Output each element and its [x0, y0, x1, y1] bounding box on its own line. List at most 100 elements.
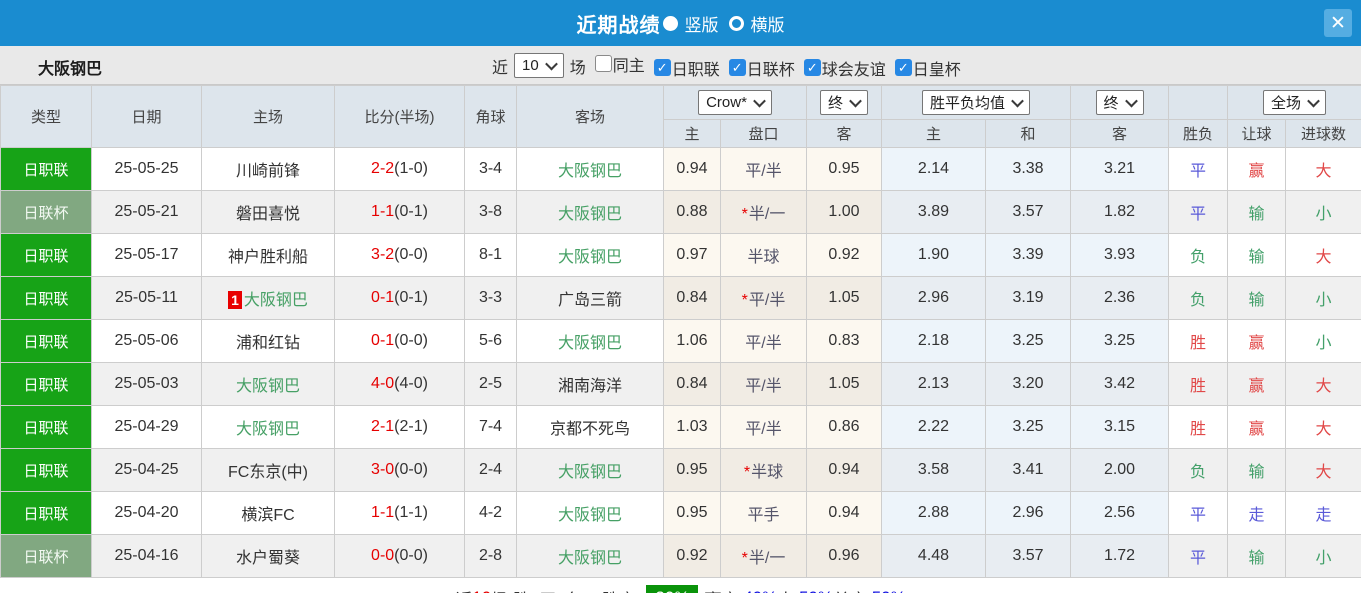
- recent-count-select[interactable]: 10: [514, 53, 564, 78]
- result-goals-cell: 小: [1285, 190, 1361, 234]
- avg-draw-cell: 3.57: [984, 534, 1072, 578]
- filter-checkbox-日联杯[interactable]: ✓ 日联杯: [728, 56, 795, 80]
- avg-home-cell: 2.18: [881, 319, 986, 363]
- team-name: 大阪钢巴: [38, 61, 103, 78]
- avg-away-cell: 2.36: [1070, 276, 1170, 320]
- avg-home-cell: 2.14: [881, 147, 986, 191]
- away-team-cell: 大阪钢巴: [516, 448, 664, 492]
- odds-away-cell: 1.00: [806, 190, 882, 234]
- corner-cell: 3-4: [464, 147, 517, 191]
- summary-text: 10: [472, 588, 491, 593]
- result-wdl-cell: 平: [1168, 534, 1229, 578]
- corner-cell: 5-6: [464, 319, 517, 363]
- view-option-horizontal[interactable]: 横版: [728, 11, 785, 36]
- avg-draw-cell: 3.20: [984, 362, 1072, 406]
- odds-away-cell: 0.94: [806, 491, 882, 535]
- odds-handicap-cell: 平/半: [720, 405, 807, 449]
- avg-home-cell: 2.96: [881, 276, 986, 320]
- away-team-name: 大阪钢巴: [557, 249, 622, 266]
- summary-text: 50%: [799, 588, 833, 593]
- league-badge: 日联杯: [0, 190, 92, 234]
- half-score: (0-0): [394, 461, 428, 478]
- filter-checkbox-日职联[interactable]: ✓ 日职联: [653, 56, 720, 80]
- home-team-cell: 大阪钢巴: [201, 405, 335, 449]
- score-cell: 0-1(0-0): [334, 319, 465, 363]
- match-date: 25-05-03: [91, 362, 202, 406]
- avg-away-cell: 3.21: [1070, 147, 1170, 191]
- handicap-line: 平/半: [745, 163, 782, 180]
- scope-select-value: 全场: [1271, 95, 1302, 112]
- odds-home-cell: 0.84: [663, 362, 721, 406]
- summary-text: 50%: [872, 588, 906, 593]
- avg-draw-cell: 3.39: [984, 233, 1072, 277]
- close-icon: ✕: [1330, 12, 1346, 34]
- result-wdl-cell: 负: [1168, 233, 1229, 277]
- summary-text: 40%: [743, 588, 777, 593]
- col-header-score: 比分(半场): [334, 85, 465, 148]
- col-header-odds-away: 客: [806, 119, 882, 148]
- league-badge: 日职联: [0, 233, 92, 277]
- match-date: 25-05-11: [91, 276, 202, 320]
- score-cell: 2-2(1-0): [334, 147, 465, 191]
- odds-home-cell: 0.88: [663, 190, 721, 234]
- close-button[interactable]: ✕: [1324, 9, 1352, 37]
- asterisk-icon: *: [741, 206, 748, 223]
- odds-handicap-cell: 平手: [720, 491, 807, 535]
- match-row: 日联杯 25-05-21 磐田喜悦 1-1(0-1) 3-8 大阪钢巴 0.88 *半/一 1.…: [0, 190, 1361, 234]
- odds-away-cell: 0.94: [806, 448, 882, 492]
- result-handicap-cell: 赢: [1227, 319, 1287, 363]
- avg-state-select[interactable]: 终: [1095, 90, 1144, 115]
- handicap-line: 平/半: [745, 335, 782, 352]
- bookmaker-state-select[interactable]: 终: [819, 90, 868, 115]
- filter-checkbox-同主[interactable]: 同主: [594, 52, 645, 76]
- result-wdl-cell: 平: [1168, 147, 1229, 191]
- recent-count-value: 10: [522, 57, 539, 74]
- scope-select-cell: 全场: [1227, 85, 1361, 120]
- odds-away-cell: 0.96: [806, 534, 882, 578]
- score-cell: 3-0(0-0): [334, 448, 465, 492]
- league-badge: 日联杯: [0, 534, 92, 578]
- radio-selected-icon: [662, 15, 678, 31]
- odds-home-cell: 0.95: [663, 491, 721, 535]
- avg-select[interactable]: 胜平负均值: [922, 90, 1031, 115]
- league-badge: 日职联: [0, 319, 92, 363]
- result-goals-cell: 小: [1285, 276, 1361, 320]
- bookmaker-select-cell: Crow*: [663, 85, 807, 120]
- half-score: (0-0): [394, 246, 428, 263]
- view-option-vertical[interactable]: 竖版: [662, 11, 719, 36]
- league-badge: 日职联: [0, 147, 92, 191]
- handicap-line: 半/一: [748, 550, 786, 567]
- panel-title: 近期战绩: [576, 14, 661, 37]
- col-header-corner: 角球: [464, 85, 517, 148]
- odds-home-cell: 1.03: [663, 405, 721, 449]
- result-handicap-cell: 输: [1227, 190, 1287, 234]
- home-team-cell: FC东京(中): [201, 448, 335, 492]
- summary-text: 大:: [777, 586, 799, 593]
- col-header-goals-result: 进球数: [1285, 119, 1361, 148]
- empty-header-cell: [1168, 85, 1229, 120]
- odds-home-cell: 0.92: [663, 534, 721, 578]
- checkbox-checked-icon: ✓: [653, 59, 671, 76]
- avg-away-cell: 1.72: [1070, 534, 1170, 578]
- col-header-odds-home: 主: [663, 119, 721, 148]
- away-team-cell: 大阪钢巴: [516, 190, 664, 234]
- match-row: 日联杯 25-04-16 水户蜀葵 0-0(0-0) 2-8 大阪钢巴 0.92 *半/一 0.…: [0, 534, 1361, 578]
- filter-checkbox-日皇杯[interactable]: ✓ 日皇杯: [894, 56, 961, 80]
- scope-select[interactable]: 全场: [1263, 90, 1327, 115]
- result-handicap-cell: 赢: [1227, 362, 1287, 406]
- avg-away-cell: 3.15: [1070, 405, 1170, 449]
- result-goals-cell: 大: [1285, 448, 1361, 492]
- full-score: 0-0: [371, 547, 395, 564]
- col-header-wdl: 胜负: [1168, 119, 1229, 148]
- home-team-name: 川崎前锋: [235, 163, 300, 180]
- radio-unselected-icon: [728, 15, 744, 31]
- filter-checkbox-label: 日皇杯: [912, 61, 961, 79]
- col-header-away: 客场: [516, 85, 664, 148]
- filter-checkbox-球会友谊[interactable]: ✓ 球会友谊: [803, 56, 886, 80]
- odds-away-cell: 0.83: [806, 319, 882, 363]
- avg-away-cell: 2.00: [1070, 448, 1170, 492]
- full-score: 1-1: [371, 203, 395, 220]
- chevron-down-icon: [849, 94, 862, 108]
- score-cell: 0-1(0-1): [334, 276, 465, 320]
- bookmaker-select[interactable]: Crow*: [698, 90, 772, 115]
